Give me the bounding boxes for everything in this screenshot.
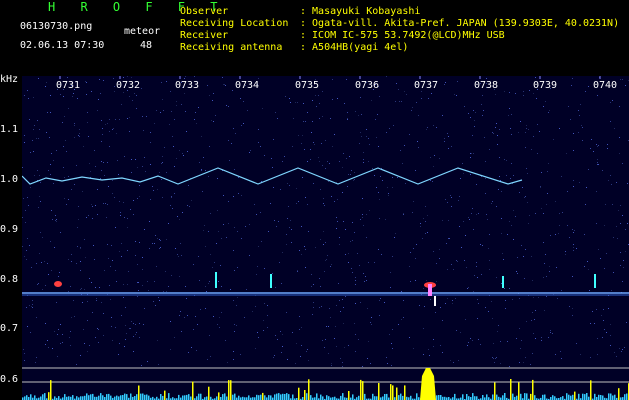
filename: 06130730.png bbox=[20, 21, 93, 32]
meteor-echoes bbox=[54, 272, 596, 306]
header-panel: H R O F F T 06130730.png 02.06.13 07:30 … bbox=[0, 0, 629, 72]
meteor-count: 48 bbox=[140, 40, 153, 51]
antenna-label: Receiving antenna bbox=[180, 42, 283, 53]
y-unit-label: kHz bbox=[0, 74, 19, 85]
receiver-label: Receiver bbox=[180, 30, 229, 41]
y-tick-label: 0.9 bbox=[0, 224, 19, 235]
time-tick-label: 0739 bbox=[533, 80, 558, 91]
meteor-label: meteor bbox=[124, 26, 161, 37]
time-tick-label: 0733 bbox=[175, 80, 200, 91]
y-tick-label: 0.7 bbox=[0, 323, 19, 334]
carrier-trace bbox=[22, 167, 523, 185]
observer-value: : Masayuki Kobayashi bbox=[300, 6, 421, 17]
time-tick-label: 0736 bbox=[355, 80, 380, 91]
time-tick-label: 0737 bbox=[414, 80, 439, 91]
location-label: Receiving Location bbox=[180, 18, 289, 29]
time-tick-label: 0740 bbox=[593, 80, 618, 91]
datetime: 02.06.13 07:30 bbox=[20, 40, 105, 51]
observer-label: Observer bbox=[180, 6, 229, 17]
time-tick-label: 0735 bbox=[295, 80, 320, 91]
spectrogram-plot bbox=[22, 76, 629, 400]
big-activity-peak bbox=[420, 368, 436, 400]
receiver-value: : ICOM IC-575 53.7492(@LCD)MHz USB bbox=[300, 30, 505, 41]
y-tick-label: 1.1 bbox=[0, 124, 19, 135]
time-ticks bbox=[59, 76, 601, 79]
noise-layer bbox=[22, 76, 629, 367]
spectrogram-svg bbox=[22, 76, 629, 400]
time-tick-label: 0732 bbox=[116, 80, 141, 91]
y-tick-label: 0.6 bbox=[0, 374, 19, 385]
time-tick-label: 0734 bbox=[235, 80, 260, 91]
location-value: : Ogata-vill. Akita-Pref. JAPAN (139.930… bbox=[300, 18, 620, 29]
time-tick-label: 0738 bbox=[474, 80, 499, 91]
y-tick-label: 1.0 bbox=[0, 174, 19, 185]
antenna-value: : A504HB(yagi 4el) bbox=[300, 42, 409, 53]
time-tick-label: 0731 bbox=[56, 80, 81, 91]
y-tick-label: 0.8 bbox=[0, 274, 19, 285]
